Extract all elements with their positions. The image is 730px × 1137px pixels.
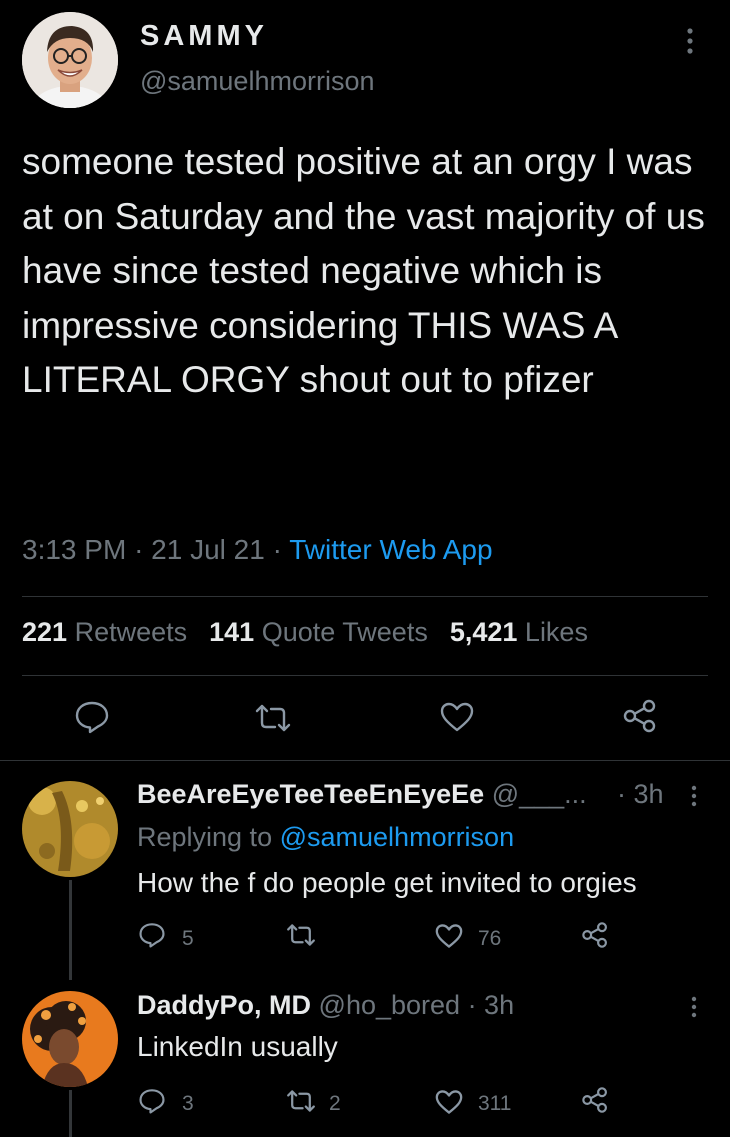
author-avatar[interactable] <box>22 12 118 108</box>
author-display-name[interactable]: SAMMY <box>140 20 268 53</box>
tweet-time[interactable]: 3:13 PM <box>22 534 126 565</box>
engagement-stats: 221 Retweets 141 Quote Tweets 5,421 Likes <box>22 617 588 648</box>
reply-text: How the f do people get invited to orgie… <box>137 867 637 898</box>
retweets-stat[interactable]: 221 Retweets <box>22 617 187 647</box>
retweets-count: 221 <box>22 617 68 647</box>
reply-handle[interactable]: @___... <box>492 779 587 809</box>
retweet-count: 2 <box>329 1092 341 1115</box>
quote-tweets-stat[interactable]: 141 Quote Tweets <box>209 617 428 647</box>
like-count: 76 <box>478 927 502 950</box>
reply-header: DaddyPo, MD @ho_bored · 3h <box>137 990 677 1021</box>
reply-count: 3 <box>182 1092 194 1115</box>
divider <box>22 596 708 597</box>
quote-tweets-count: 141 <box>209 617 255 647</box>
heart-icon[interactable] <box>434 923 464 949</box>
likes-stat[interactable]: 5,421 Likes <box>450 617 588 647</box>
reply-header: BeeAreEyeTeeTeeEnEyeEe @___... <box>137 779 677 810</box>
reply-avatar[interactable] <box>22 781 118 877</box>
reply-handle[interactable]: @ho_bored <box>319 990 461 1020</box>
reply-count: 5 <box>182 927 194 950</box>
likes-count: 5,421 <box>449 617 518 647</box>
tweet-meta: 3:13 PM · 21 Jul 21 · Twitter Web App <box>22 534 493 566</box>
thread-line <box>69 880 72 980</box>
tweet-source[interactable]: Twitter Web App <box>289 534 492 565</box>
replying-to-label: Replying to <box>137 822 273 852</box>
retweet-icon[interactable] <box>253 703 293 733</box>
comment-icon[interactable] <box>138 922 166 948</box>
divider <box>22 675 708 676</box>
retweet-icon[interactable] <box>285 1089 317 1113</box>
meta-separator: · <box>134 534 144 565</box>
retweet-icon[interactable] <box>285 923 317 947</box>
comment-icon[interactable] <box>138 1088 166 1114</box>
reply-avatar[interactable] <box>22 991 118 1087</box>
replying-to: Replying to @samuelhmorrison <box>137 822 514 853</box>
more-vertical-icon[interactable] <box>680 26 700 56</box>
comment-icon[interactable] <box>74 700 110 734</box>
share-icon[interactable] <box>581 1086 609 1114</box>
divider <box>0 760 730 761</box>
quote-tweets-label: Quote Tweets <box>261 617 428 647</box>
reply-time[interactable]: · 3h <box>617 779 664 810</box>
more-vertical-icon[interactable] <box>686 784 702 808</box>
more-vertical-icon[interactable] <box>686 995 702 1019</box>
reply-text: LinkedIn usually <box>137 1031 338 1062</box>
meta-separator: · <box>272 534 282 565</box>
retweets-label: Retweets <box>74 617 188 647</box>
thread-line <box>69 1090 72 1137</box>
replying-to-handle[interactable]: @samuelhmorrison <box>280 822 514 852</box>
share-icon[interactable] <box>581 921 609 949</box>
author-handle[interactable]: @samuelhmorrison <box>140 66 374 97</box>
reply-time[interactable]: · 3h <box>468 990 515 1020</box>
reply-display-name[interactable]: BeeAreEyeTeeTeeEnEyeEe <box>137 779 484 809</box>
heart-icon[interactable] <box>439 701 475 733</box>
reply-display-name[interactable]: DaddyPo, MD <box>137 990 311 1020</box>
like-count: 311 <box>478 1092 512 1115</box>
likes-label: Likes <box>524 617 588 647</box>
tweet-text: someone tested positive at an orgy I was… <box>22 141 705 400</box>
heart-icon[interactable] <box>434 1089 464 1115</box>
tweet-date[interactable]: 21 Jul 21 <box>151 534 265 565</box>
share-icon[interactable] <box>622 698 658 734</box>
